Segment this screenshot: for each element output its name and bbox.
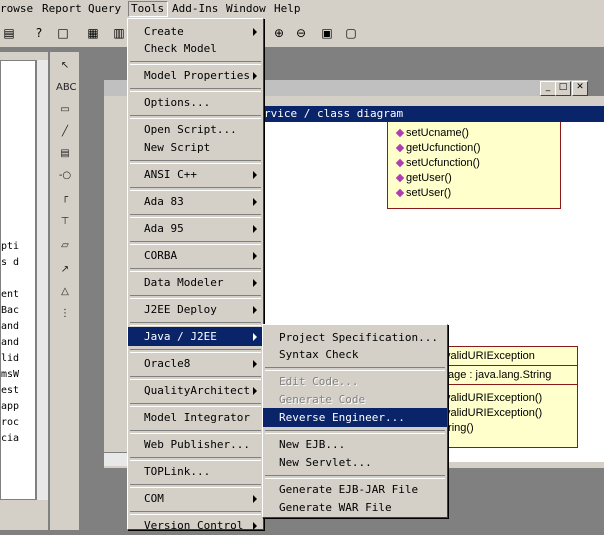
diagram-window-title[interactable]: rvice / class diagram	[262, 106, 604, 122]
menu-item-open-script[interactable]: Open Script...	[128, 120, 263, 139]
print-icon[interactable]: ▤	[0, 24, 18, 42]
tree-item[interactable]: lid	[1, 353, 19, 365]
menu-item-quality-architect[interactable]: QualityArchitect	[128, 381, 263, 400]
menu-item-model-properties[interactable]: Model Properties	[128, 66, 263, 85]
menu-item-toplink[interactable]: TOPLink...	[128, 462, 263, 481]
text-box-icon[interactable]: ABC	[56, 80, 77, 96]
menu-item-syntax-check[interactable]: Syntax Check	[263, 345, 447, 364]
menu-item-generate-war[interactable]: Generate WAR File	[263, 498, 447, 517]
menu-item-ansi-cpp[interactable]: ANSI C++	[128, 165, 263, 184]
undo-fit-icon[interactable]: ▢	[342, 24, 360, 42]
menu-item-options[interactable]: Options...	[128, 93, 263, 112]
menu-item-corba[interactable]: CORBA	[128, 246, 263, 265]
selection-arrow-icon[interactable]: ↖	[56, 58, 74, 74]
menu-add-ins[interactable]: Add-Ins	[172, 3, 218, 15]
tools-menu: Create Check Model Model Properties Opti…	[127, 18, 264, 532]
operation[interactable]: tring()	[435, 421, 577, 436]
note-icon[interactable]: ▭	[56, 102, 74, 118]
operation[interactable]: setUcname()	[388, 126, 560, 141]
zoom-in-icon[interactable]: ⊕	[270, 24, 288, 42]
menu-item-web-publisher[interactable]: Web Publisher...	[128, 435, 263, 454]
tree-item[interactable]: cia	[1, 433, 19, 445]
tree-item[interactable]: and	[1, 337, 19, 349]
interface-icon[interactable]: -○	[56, 168, 74, 184]
zoom-out-icon[interactable]: ⊖	[292, 24, 310, 42]
generalization-icon[interactable]: △	[56, 284, 74, 300]
anchor-line-icon[interactable]: ╱	[56, 124, 74, 140]
browse-icon[interactable]: ▥	[110, 24, 128, 42]
browser-scrollbar[interactable]	[36, 60, 48, 500]
menu-tools[interactable]: Tools	[128, 1, 169, 17]
aggregation-icon[interactable]: ⊤	[56, 214, 74, 230]
menu-item-reverse-engineer[interactable]: Reverse Engineer...	[263, 408, 447, 427]
close-icon[interactable]: ✕	[572, 81, 588, 96]
tree-item[interactable]: roc	[1, 417, 19, 429]
menu-item-ada-83[interactable]: Ada 83	[128, 192, 263, 211]
java-j2ee-submenu: Project Specification... Syntax Check Ed…	[262, 324, 448, 518]
menu-help[interactable]: Help	[274, 3, 301, 15]
dependency-icon[interactable]: ↗	[56, 262, 74, 278]
class-icon[interactable]: ▤	[56, 146, 74, 162]
tree-item[interactable]: app	[1, 401, 19, 413]
menu-window[interactable]: Window	[226, 3, 266, 15]
menu-item-j2ee-deploy[interactable]: J2EE Deploy	[128, 300, 263, 319]
menu-item-generate-code: Generate Code	[279, 393, 366, 406]
operation[interactable]: validURIException()	[435, 391, 577, 406]
operation[interactable]: setUser()	[388, 186, 560, 201]
minimize-icon[interactable]: _	[540, 81, 556, 96]
class-name[interactable]: validURIException	[435, 347, 577, 366]
operation[interactable]: validURIException()	[435, 406, 577, 421]
menu-item-new-servlet[interactable]: New Servlet...	[263, 453, 447, 472]
menu-item-data-modeler[interactable]: Data Modeler	[128, 273, 263, 292]
menu-item-ada-95[interactable]: Ada 95	[128, 219, 263, 238]
realize-icon[interactable]: ⋮	[56, 306, 74, 322]
tree-item[interactable]: s d	[1, 257, 19, 269]
menu-item-java-j2ee[interactable]: Java / J2EE	[128, 327, 263, 346]
tree-item[interactable]: est	[1, 385, 19, 397]
context-help-icon[interactable]: ?	[30, 24, 48, 42]
class-box-exception[interactable]: validURIException ssage : java.lang.Stri…	[434, 346, 578, 448]
tree-item[interactable]: Bac	[1, 305, 19, 317]
tree-item[interactable]: msW	[1, 369, 19, 381]
menu-report[interactable]: Report	[42, 3, 82, 15]
menu-item-generate-ejb-jar[interactable]: Generate EJB-JAR File	[263, 480, 447, 499]
document-icon[interactable]: ▦	[84, 24, 102, 42]
menu-item-check-model[interactable]: Check Model	[128, 39, 263, 58]
menu-item-edit-code: Edit Code...	[279, 375, 359, 388]
menu-item-com[interactable]: COM	[128, 489, 263, 508]
menu-item-oracle8[interactable]: Oracle8	[128, 354, 263, 373]
menu-bar: rowse Report Query Tools Add-Ins Window …	[0, 0, 604, 18]
menu-item-new-ejb[interactable]: New EJB...	[263, 435, 447, 454]
tree-item[interactable]: pti	[1, 241, 19, 253]
menu-query[interactable]: Query	[88, 3, 121, 15]
tree-item[interactable]: ent	[1, 289, 19, 301]
maximize-icon[interactable]: □	[555, 81, 571, 96]
operation[interactable]: getUser()	[388, 171, 560, 186]
package-icon[interactable]: ▱	[56, 238, 74, 254]
menu-item-model-integrator[interactable]: Model Integrator	[128, 408, 263, 427]
diagram-toolbox: ↖ ABC ▭ ╱ ▤ -○ ┌ ⊤ ▱ ↗ △ ⋮	[50, 52, 80, 530]
menu-item-version-control[interactable]: Version Control	[128, 516, 263, 535]
operation[interactable]: setUcfunction()	[388, 156, 560, 171]
fit-in-window-icon[interactable]: ▣	[318, 24, 336, 42]
view-icon[interactable]: □	[54, 24, 72, 42]
association-icon[interactable]: ┌	[56, 190, 74, 206]
class-box-user[interactable]: setUcname() getUcfunction() setUcfunctio…	[387, 122, 561, 209]
class-attribute[interactable]: ssage : java.lang.String	[435, 366, 577, 385]
menu-browse[interactable]: rowse	[0, 3, 33, 15]
browser-tree: pti s d ent Bac and and lid msW est app …	[0, 60, 36, 500]
toolbar: ▤ ? □ ▦ ▥ ⊕ ⊖ ▣ ▢	[0, 18, 604, 48]
menu-item-new-script[interactable]: New Script	[128, 138, 263, 157]
operation[interactable]: getUcfunction()	[388, 141, 560, 156]
tree-item[interactable]: and	[1, 321, 19, 333]
